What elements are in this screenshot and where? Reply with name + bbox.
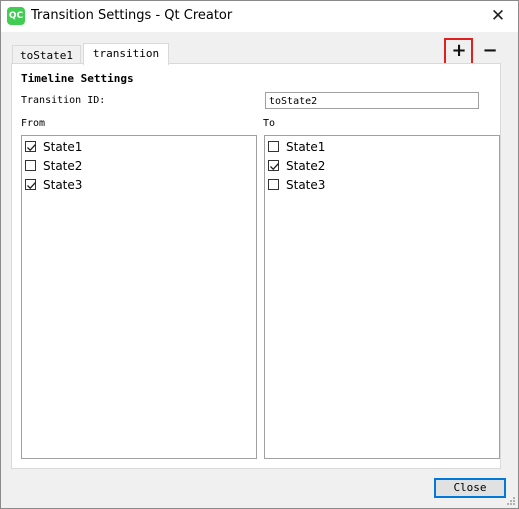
from-state-label: State2 <box>43 159 83 173</box>
close-button[interactable]: Close <box>434 478 506 498</box>
resize-grip-icon[interactable] <box>507 497 515 505</box>
to-state2-checkbox[interactable] <box>268 160 279 171</box>
from-states-list: State1 State2 State3 <box>21 135 257 459</box>
transition-id-label: Transition ID: <box>21 95 106 106</box>
from-state-label: State3 <box>43 178 83 192</box>
from-state-label: State1 <box>43 140 83 154</box>
remove-transition-button[interactable]: − <box>478 40 502 62</box>
to-state3-checkbox[interactable] <box>268 179 279 190</box>
window-title: Transition Settings - Qt Creator <box>31 8 233 23</box>
to-state1-checkbox[interactable] <box>268 141 279 152</box>
tab-tostate1[interactable]: toState1 <box>12 45 81 65</box>
title-bar: QC Transition Settings - Qt Creator ✕ <box>1 1 518 32</box>
qt-creator-app-icon: QC <box>7 7 25 25</box>
tab-content-pane: Timeline Settings Transition ID: toState… <box>11 63 501 469</box>
dialog-window: QC Transition Settings - Qt Creator ✕ to… <box>0 0 519 509</box>
close-icon[interactable]: ✕ <box>486 4 510 28</box>
to-label: To <box>263 118 276 129</box>
tab-transition[interactable]: transition <box>83 43 169 65</box>
transition-id-field[interactable]: toState2 <box>265 92 479 109</box>
from-state3-checkbox[interactable] <box>25 179 36 190</box>
from-state2-checkbox[interactable] <box>25 160 36 171</box>
to-state-label: State2 <box>286 159 326 173</box>
to-state-label: State3 <box>286 178 326 192</box>
from-label: From <box>21 118 46 129</box>
to-state-label: State1 <box>286 140 326 154</box>
to-states-list: State1 State2 State3 <box>264 135 500 459</box>
section-title: Timeline Settings <box>21 72 134 85</box>
add-transition-button[interactable]: + <box>447 40 471 62</box>
from-state1-checkbox[interactable] <box>25 141 36 152</box>
